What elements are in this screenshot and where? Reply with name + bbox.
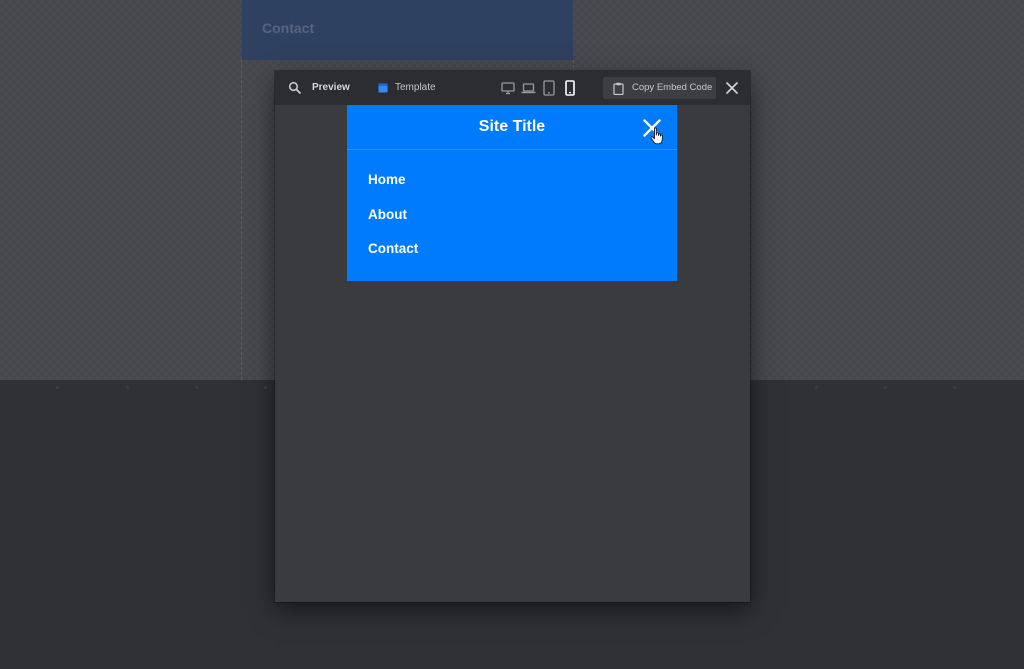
site-header: Site Title [347,105,677,150]
clipboard-icon [613,82,624,95]
nav-item-contact[interactable]: Contact [368,241,418,276]
copy-embed-code-label: Copy Embed Code [632,82,713,93]
preview-modal: Preview Template Copy Embed Code Site Ti… [275,71,750,602]
laptop-icon[interactable] [521,80,536,96]
nav-item-about[interactable]: About [368,207,418,242]
mobile-icon[interactable] [565,80,575,96]
preview-toolbar: Preview Template Copy Embed Code [275,71,750,105]
nav-item-home[interactable]: Home [368,172,418,207]
background-page-card: Contact [242,0,573,60]
mobile-site-preview: Site Title Home About Contact [347,105,677,281]
background-card-label: Contact [262,20,315,36]
hand-cursor-icon [650,127,663,145]
site-nav-menu: Home About Contact [368,172,418,276]
desktop-icon[interactable] [501,80,515,96]
site-title: Site Title [478,118,546,135]
template-button[interactable]: Template [395,82,436,93]
template-icon[interactable] [378,83,388,93]
copy-embed-code-button[interactable]: Copy Embed Code [603,77,716,99]
close-preview-icon[interactable] [725,81,739,95]
search-icon[interactable] [288,81,302,95]
tablet-icon[interactable] [543,80,555,96]
preview-label: Preview [312,82,350,93]
